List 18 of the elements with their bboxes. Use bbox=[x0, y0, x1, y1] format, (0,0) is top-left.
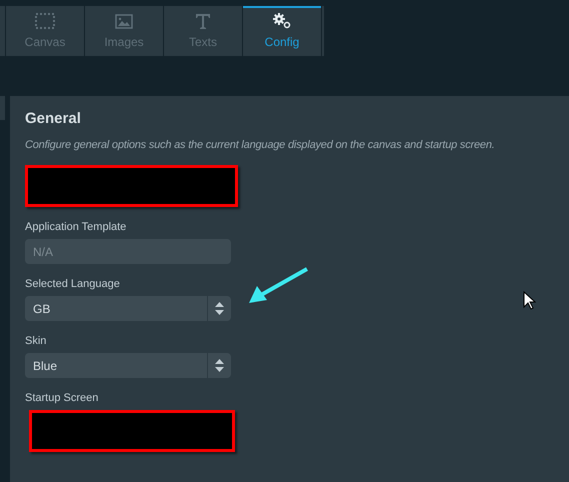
gears-icon bbox=[273, 13, 291, 29]
image-icon bbox=[115, 14, 133, 28]
mouse-pointer-icon bbox=[523, 291, 536, 310]
field-label: Startup Screen bbox=[25, 393, 100, 404]
tab[interactable]: Config bbox=[243, 6, 321, 56]
select-field[interactable]: GB bbox=[25, 296, 231, 321]
field-label: Skin bbox=[25, 336, 48, 347]
text-field[interactable]: N/A bbox=[25, 239, 231, 264]
field-label: Application Template bbox=[25, 222, 128, 233]
up-down-caret-icon bbox=[215, 302, 224, 315]
section-description: Configure general options such as the current language displayed on the canvas and startup screen. bbox=[25, 138, 496, 152]
field-label: Selected Language bbox=[25, 279, 121, 290]
serif-t-icon bbox=[195, 13, 211, 29]
up-down-caret-icon bbox=[215, 359, 224, 372]
side-panel-edge bbox=[0, 96, 5, 120]
section-title: General bbox=[25, 109, 82, 129]
dotted-square-icon bbox=[35, 13, 55, 29]
select-field[interactable]: Blue bbox=[25, 353, 231, 378]
